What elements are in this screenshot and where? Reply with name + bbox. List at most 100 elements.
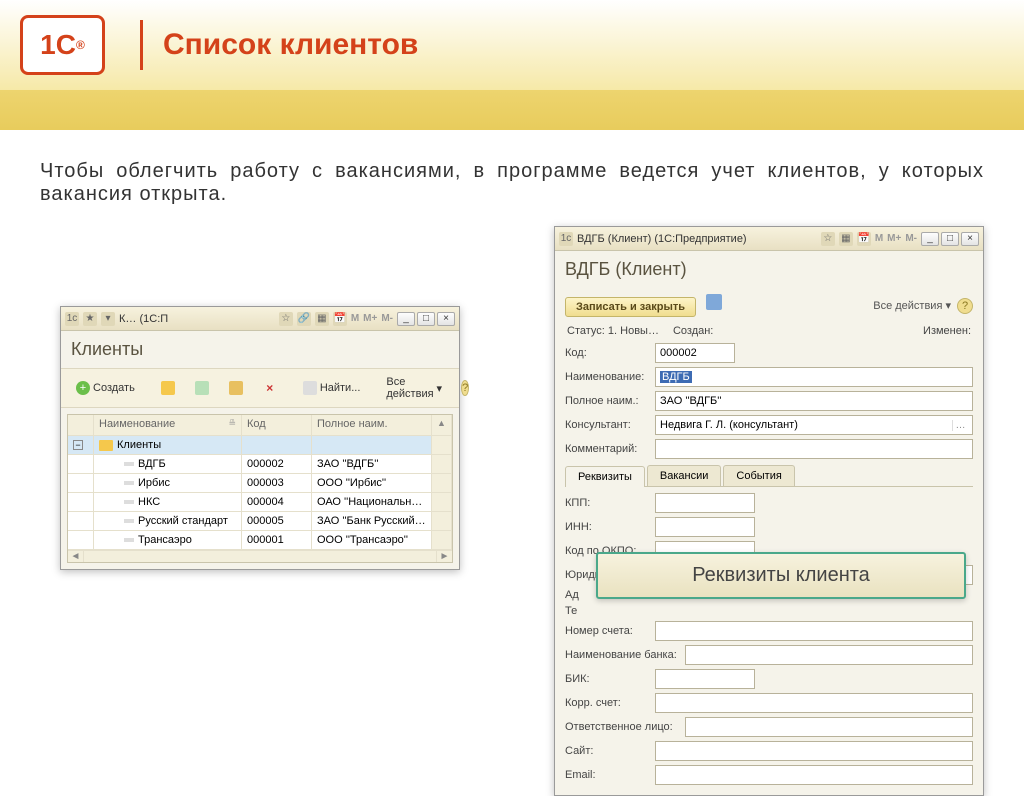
find-label: Найти... [320,382,361,394]
window-title: ВДГБ (Клиент) (1С:Предприятие) [577,233,817,245]
save-icon[interactable] [706,294,722,310]
calendar-icon[interactable]: 📅 [857,232,871,246]
table-row[interactable]: НКС000004ОАО ''Национальные… [68,493,452,512]
callout-requisites: Реквизиты клиента [596,552,966,599]
phone-label: Те [565,605,595,617]
star-icon[interactable]: ★ [83,312,97,326]
all-actions-button[interactable]: Все действия ▾ [873,299,951,312]
close-button[interactable]: × [437,312,455,326]
find-button[interactable]: Найти... [296,378,368,398]
help-icon[interactable]: ? [461,380,469,396]
grid-icon[interactable]: ▦ [839,232,853,246]
item-icon [124,519,134,523]
help-icon[interactable]: ? [957,298,973,314]
favorite-icon[interactable]: ☆ [279,312,293,326]
form-header: ВДГБ (Клиент) [555,251,983,288]
close-button[interactable]: × [961,232,979,246]
korr-field[interactable] [655,693,973,713]
group-row[interactable]: − Клиенты [68,436,452,455]
restore-button[interactable]: □ [941,232,959,246]
table-row[interactable]: ВДГБ000002ЗАО ''ВДГБ'' [68,455,452,474]
page-title: Список клиентов [163,28,418,62]
titlebar[interactable]: 1с ВДГБ (Клиент) (1С:Предприятие) ☆ ▦ 📅 … [555,227,983,251]
responsible-field[interactable] [685,717,973,737]
mem-m[interactable]: M [351,313,359,324]
table-row[interactable]: Русский стандарт000005ЗАО ''Банк Русский… [68,512,452,531]
delete-button[interactable]: × [256,378,284,398]
inn-field[interactable] [655,517,755,537]
name-field[interactable]: ВДГБ [655,367,973,387]
slide-header: 1С® Список клиентов [0,0,1024,130]
save-and-close-button[interactable]: Записать и закрыть [565,297,696,317]
status-label: Статус: [567,325,605,337]
mem-mplus[interactable]: M+ [887,233,901,244]
col-name[interactable]: Наименование [99,418,175,430]
mem-mplus[interactable]: M+ [363,313,377,324]
col-code[interactable]: Код [242,415,312,436]
copy-button[interactable] [188,378,216,398]
scroll-right-icon[interactable]: ► [436,551,452,562]
tab-vacancies[interactable]: Вакансии [647,465,722,486]
list-header: Клиенты [61,331,459,368]
table-row[interactable]: Трансаэро000001ООО ''Трансаэро'' [68,531,452,550]
responsible-label: Ответственное лицо: [565,721,685,733]
account-field[interactable] [655,621,973,641]
all-actions-button[interactable]: Все действия ▾ [379,373,449,403]
new-folder-button[interactable] [154,378,182,398]
bik-field[interactable] [655,669,755,689]
create-label: Создать [93,382,135,394]
fullname-field[interactable]: ЗАО ''ВДГБ'' [655,391,973,411]
select-icon[interactable]: … [952,420,968,431]
tabs: Реквизиты Вакансии События [565,465,973,487]
table-row[interactable]: Ирбис000003ООО ''Ирбис'' [68,474,452,493]
comment-label: Комментарий: [565,443,655,455]
mem-m[interactable]: M [875,233,883,244]
item-icon [124,500,134,504]
created-label: Создан: [673,325,713,337]
link-icon[interactable]: 🔗 [297,312,311,326]
titlebar[interactable]: 1с ★ ▾ К… (1С:П ☆ 🔗 ▦ 📅 M M+ M- _ □ × [61,307,459,331]
horizontal-scrollbar[interactable]: ◄ ► [68,550,452,562]
code-field[interactable]: 000002 [655,343,735,363]
changed-label: Изменен: [923,325,971,337]
col-full[interactable]: Полное наим. [312,415,432,436]
item-icon [124,481,134,485]
bank-field[interactable] [685,645,973,665]
minimize-button[interactable]: _ [921,232,939,246]
item-icon [124,538,134,542]
consultant-field[interactable]: Недвига Г. Л. (консультант)… [655,415,973,435]
create-button[interactable]: Создать [69,378,142,398]
folder-icon [161,381,175,395]
minimize-button[interactable]: _ [397,312,415,326]
logo-text: 1С [40,29,76,61]
bank-label: Наименование банка: [565,649,685,661]
comment-field[interactable] [655,439,973,459]
clients-grid[interactable]: Наименование≞ Код Полное наим. ▲ − Клиен… [67,414,453,563]
list-toolbar: Создать × Найти... Все действия ▾ ? [61,368,459,408]
bik-label: БИК: [565,673,655,685]
favorite-icon[interactable]: ☆ [821,232,835,246]
calc-icon[interactable]: ▦ [315,312,329,326]
window-title: К… (1С:П [119,313,275,325]
tab-requisites[interactable]: Реквизиты [565,466,645,487]
edit-button[interactable] [222,378,250,398]
delete-icon: × [263,381,277,395]
kpp-label: КПП: [565,497,655,509]
client-form-window: 1с ВДГБ (Клиент) (1С:Предприятие) ☆ ▦ 📅 … [554,226,984,796]
clients-list-window: 1с ★ ▾ К… (1С:П ☆ 🔗 ▦ 📅 M M+ M- _ □ × Кл… [60,306,460,570]
mem-mminus[interactable]: M- [381,313,393,324]
calendar-icon[interactable]: 📅 [333,312,347,326]
scroll-up-icon[interactable]: ▲ [437,418,446,432]
dropdown-icon[interactable]: ▾ [101,312,115,326]
email-field[interactable] [655,765,973,785]
slide-description: Чтобы облегчить работу с вакансиями, в п… [0,130,1024,226]
grid-header[interactable]: Наименование≞ Код Полное наим. ▲ [68,415,452,436]
site-label: Сайт: [565,745,655,757]
scroll-left-icon[interactable]: ◄ [68,551,84,562]
maximize-button[interactable]: □ [417,312,435,326]
site-field[interactable] [655,741,973,761]
kpp-field[interactable] [655,493,755,513]
tab-events[interactable]: События [723,465,794,486]
mem-mminus[interactable]: M- [905,233,917,244]
collapse-icon[interactable]: − [73,440,83,450]
